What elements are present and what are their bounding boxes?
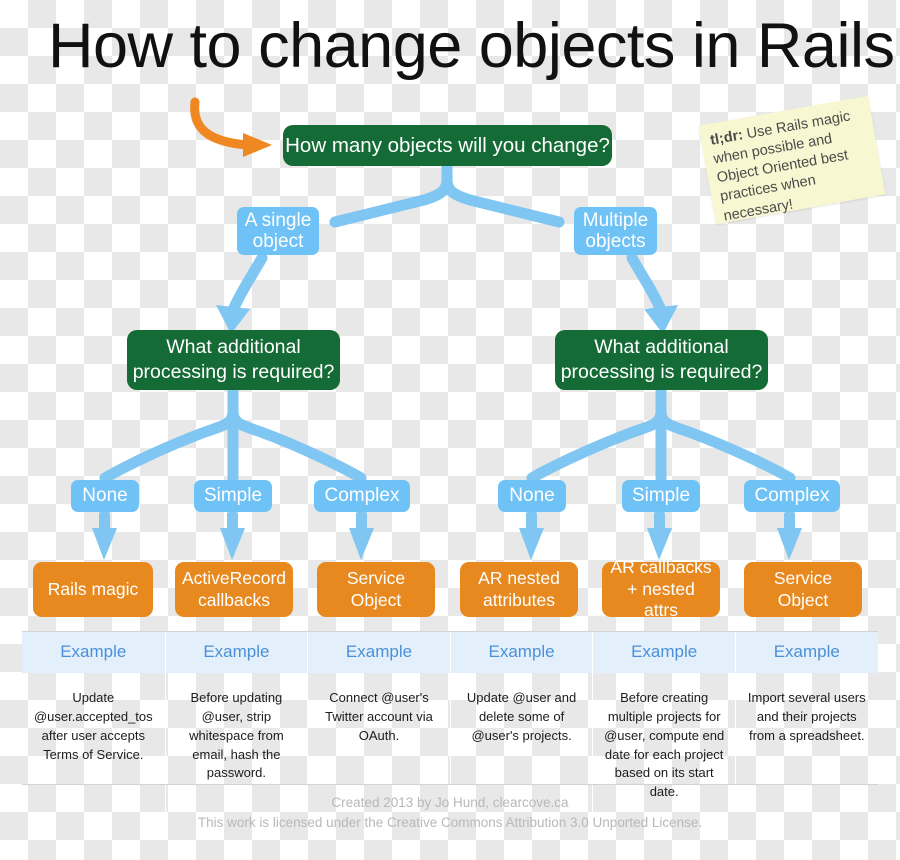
result-6-line1: Service [773, 567, 833, 588]
branch-multiple-line1: Multiple [582, 209, 649, 231]
footer-line-author: Created 2013 by Jo Hund, clearcove.ca [331, 795, 569, 810]
example-body: Before updating @user, strip whitespace … [189, 690, 284, 781]
branch-single-line2: object [252, 231, 304, 252]
example-header: Example [165, 632, 308, 673]
page-title: How to change objects in Rails [48, 11, 895, 81]
processing-left-simple-text: Simple [203, 485, 263, 507]
result-5-line2: + nested attrs [627, 578, 695, 621]
example-column: Example Update @user and delete some of … [449, 632, 593, 813]
decision-right-processing[interactable]: What additional processing is required? [555, 330, 768, 390]
example-header: Example [450, 632, 593, 673]
result-5-line1: AR callbacks [610, 556, 712, 577]
processing-label-right-complex[interactable]: Complex [744, 480, 840, 512]
branch-label-multiple-objects[interactable]: Multiple objects [574, 207, 657, 255]
intro-arrow-icon [190, 97, 272, 157]
result-box-ar-nested-attributes[interactable]: AR nested attributes [460, 562, 578, 617]
result-box-service-object-right[interactable]: Service Object [744, 562, 862, 617]
result-3-line1: Service [346, 567, 406, 588]
footer-credit: Created 2013 by Jo Hund, clearcove.ca Th… [0, 793, 900, 832]
result-box-rails-magic[interactable]: Rails magic [33, 562, 153, 617]
processing-left-none-text: None [82, 485, 128, 507]
wire-label-to-result [92, 512, 802, 560]
result-6-label: Service Object [774, 568, 832, 612]
result-4-line2: attributes [483, 589, 555, 610]
decision-left-line2: processing is required? [132, 361, 335, 383]
example-body: Update @user and delete some of @user's … [466, 690, 577, 743]
example-table: Example Update @user.accepted_tos after … [22, 632, 878, 813]
processing-label-left-simple[interactable]: Simple [194, 480, 272, 512]
branch-label-single-text: A single object [245, 210, 312, 253]
result-2-label: ActiveRecord callbacks [182, 568, 286, 612]
result-box-service-object-left[interactable]: Service Object [317, 562, 435, 617]
flowchart-canvas: How to change objects in Rails How many … [0, 0, 900, 860]
processing-left-complex-text: Complex [324, 485, 400, 507]
example-column: Example Import several users and their p… [734, 632, 878, 813]
example-column: Example Before updating @user, strip whi… [164, 632, 308, 813]
processing-right-complex-text: Complex [754, 485, 830, 507]
wire-root-split [329, 160, 565, 228]
result-1-line1: Rails magic [47, 578, 139, 599]
decision-right-line1: What additional [594, 335, 729, 358]
example-body: Import several users and their projects … [747, 690, 866, 743]
sticky-note-prefix: tl;dr: [709, 127, 745, 149]
example-column: Example Connect @user's Twitter account … [307, 632, 450, 813]
example-body: Connect @user's Twitter account via OAut… [325, 690, 433, 743]
result-5-label: AR callbacks + nested attrs [608, 557, 714, 623]
wire-right-to-subq [626, 252, 678, 334]
branch-multiple-line2: objects [585, 231, 646, 252]
wire-left-fanout [99, 384, 367, 484]
result-4-line1: AR nested [478, 567, 560, 588]
decision-left-label: What additional processing is required? [133, 335, 335, 386]
footer-line-license: This work is licensed under the Creative… [197, 814, 703, 830]
result-3-label: Service Object [347, 568, 405, 612]
decision-left-processing[interactable]: What additional processing is required? [127, 330, 340, 390]
decision-left-line1: What additional [166, 335, 301, 358]
decision-right-label: What additional processing is required? [561, 335, 763, 386]
example-header: Example [22, 632, 165, 673]
decision-root-label: How many objects will you change? [285, 133, 610, 157]
processing-label-left-complex[interactable]: Complex [314, 480, 410, 512]
example-body: Update @user.accepted_tos after user acc… [33, 690, 153, 762]
example-column: Example Update @user.accepted_tos after … [22, 632, 165, 812]
decision-right-line2: processing is required? [560, 361, 763, 383]
branch-single-line1: A single [244, 209, 312, 231]
result-2-line2: callbacks [198, 589, 270, 610]
processing-right-simple-text: Simple [631, 485, 691, 507]
table-bottom-divider [22, 784, 878, 785]
example-header: Example [593, 632, 735, 673]
result-box-activerecord-callbacks[interactable]: ActiveRecord callbacks [175, 562, 293, 617]
result-box-ar-callbacks-nested-attrs[interactable]: AR callbacks + nested attrs [602, 557, 720, 620]
processing-label-right-none[interactable]: None [498, 480, 566, 512]
wire-right-fanout [526, 384, 796, 484]
example-header: Example [735, 632, 878, 673]
branch-label-single-object[interactable]: A single object [237, 207, 319, 255]
processing-label-left-none[interactable]: None [71, 480, 139, 512]
result-6-line2: Object [777, 589, 829, 610]
result-2-line1: ActiveRecord [181, 567, 287, 588]
result-3-line2: Object [350, 589, 402, 610]
example-body: Before creating multiple projects for @u… [604, 690, 725, 800]
processing-label-right-simple[interactable]: Simple [622, 480, 700, 512]
sticky-note-text: Use Rails magic when possible and Object… [712, 108, 852, 225]
example-column: Example Before creating multiple project… [592, 632, 735, 813]
branch-label-multiple-text: Multiple objects [583, 210, 648, 253]
sticky-note-tldr: tl;dr: Use Rails magic when possible and… [698, 95, 886, 225]
result-1-label: Rails magic [48, 579, 138, 601]
wire-left-to-subq [216, 252, 268, 334]
decision-root-question[interactable]: How many objects will you change? [283, 125, 612, 166]
result-4-label: AR nested attributes [478, 568, 560, 612]
processing-right-none-text: None [509, 485, 555, 507]
example-header: Example [308, 632, 450, 673]
